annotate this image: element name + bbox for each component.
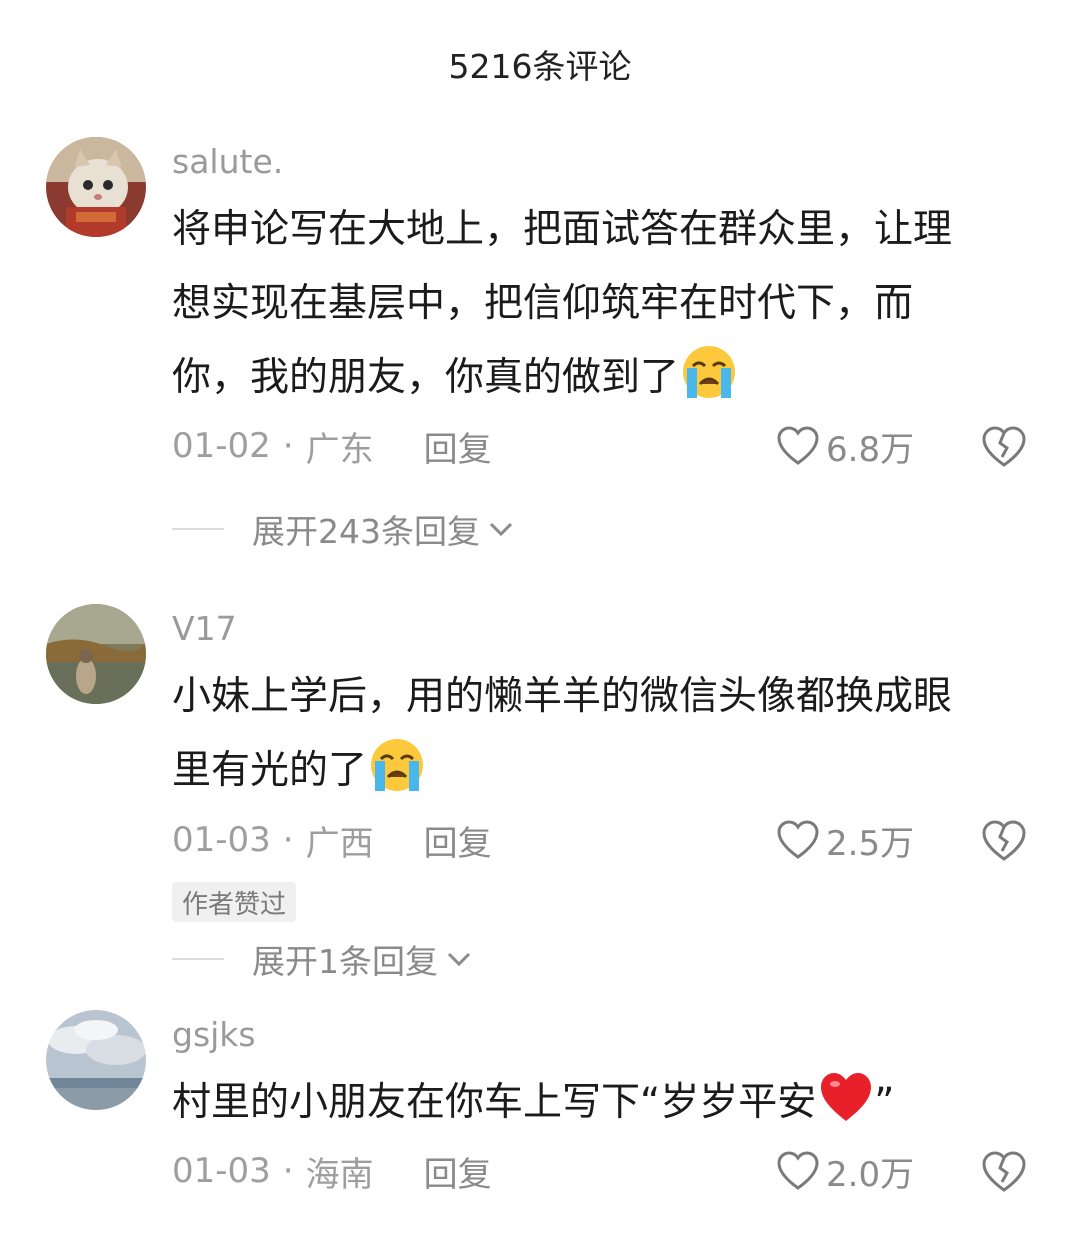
meta-separator: ·	[282, 820, 294, 860]
username[interactable]: gsjks	[172, 1015, 256, 1054]
comments-count-title: 5216条评论	[448, 47, 632, 86]
comment-text: 村里的小朋友在你车上写下“岁岁平安 ”	[172, 1066, 1022, 1140]
meta-separator: ·	[282, 1151, 294, 1191]
comment-location: 广东	[305, 429, 374, 470]
comment-line: 想实现在基层中，把信仰筑牢在时代下，而	[172, 281, 914, 326]
comment-line: 里有光的了	[172, 734, 1022, 808]
comment-location: 海南	[305, 1154, 374, 1195]
avatar[interactable]	[46, 604, 146, 704]
reply-button[interactable]: 回复	[424, 816, 492, 865]
comment-text: 小妹上学后，用的懒羊羊的微信头像都换成眼 里有光的了	[172, 660, 1022, 808]
comment-date: 01-02	[172, 426, 271, 466]
heart-outline-icon	[777, 1151, 819, 1190]
meta-separator: ·	[282, 426, 294, 466]
comment-text: 将申论写在大地上，把面试答在群众里，让理 想实现在基层中，把信仰筑牢在时代下，而…	[172, 193, 1022, 415]
reply-button[interactable]: 回复	[424, 1147, 492, 1196]
avatar[interactable]	[46, 1010, 146, 1110]
comment-line: 你，我的朋友，你真的做到了	[172, 341, 1022, 415]
landscape-avatar-image	[46, 604, 146, 704]
chevron-down-icon	[447, 952, 471, 967]
like-button[interactable]: 2.0万	[776, 1146, 914, 1196]
author-liked-badge: 作者赞过	[172, 882, 297, 922]
like-count: 6.8万	[826, 429, 915, 470]
username[interactable]: V17	[172, 609, 237, 648]
broken-heart-icon[interactable]	[980, 817, 1028, 865]
like-count: 2.0万	[826, 1154, 915, 1195]
divider-line	[172, 528, 224, 530]
reply-button[interactable]: 回复	[424, 422, 492, 471]
expand-replies-label: 展开1条回复	[252, 942, 438, 981]
broken-heart-icon[interactable]	[980, 423, 1028, 471]
comment-meta: 01-03 · 广西 回复	[172, 815, 492, 865]
comment-meta: 01-02 · 广东 回复	[172, 421, 492, 471]
comment-line: 小妹上学后，用的懒羊羊的微信头像都换成眼	[172, 674, 953, 719]
comment-line: 将申论写在大地上，把面试答在群众里，让理	[172, 207, 953, 252]
heart-outline-icon	[777, 426, 819, 465]
comment-location: 广西	[305, 823, 374, 864]
loudly-crying-face-icon	[371, 739, 424, 791]
like-count: 2.5万	[826, 823, 915, 864]
loudly-crying-face-icon	[683, 346, 736, 398]
expand-replies-label: 展开243条回复	[252, 512, 480, 551]
expand-replies-button[interactable]: 展开1条回复	[172, 936, 472, 982]
expand-replies-button[interactable]: 展开243条回复	[172, 506, 514, 552]
cat-avatar-image	[46, 137, 146, 237]
broken-heart-icon[interactable]	[980, 1148, 1028, 1196]
like-button[interactable]: 6.8万	[776, 421, 914, 471]
chevron-down-icon	[489, 522, 513, 537]
red-heart-icon	[821, 1073, 872, 1121]
username[interactable]: salute.	[172, 142, 283, 181]
sky-avatar-image	[46, 1010, 146, 1110]
avatar[interactable]	[46, 137, 146, 237]
like-button[interactable]: 2.5万	[776, 815, 914, 865]
comment-line: 村里的小朋友在你车上写下“岁岁平安 ”	[172, 1066, 1022, 1140]
comment-meta: 01-03 · 海南 回复	[172, 1146, 492, 1196]
comment-date: 01-03	[172, 820, 271, 860]
divider-line	[172, 958, 224, 960]
heart-outline-icon	[777, 820, 819, 859]
comment-date: 01-03	[172, 1151, 271, 1191]
